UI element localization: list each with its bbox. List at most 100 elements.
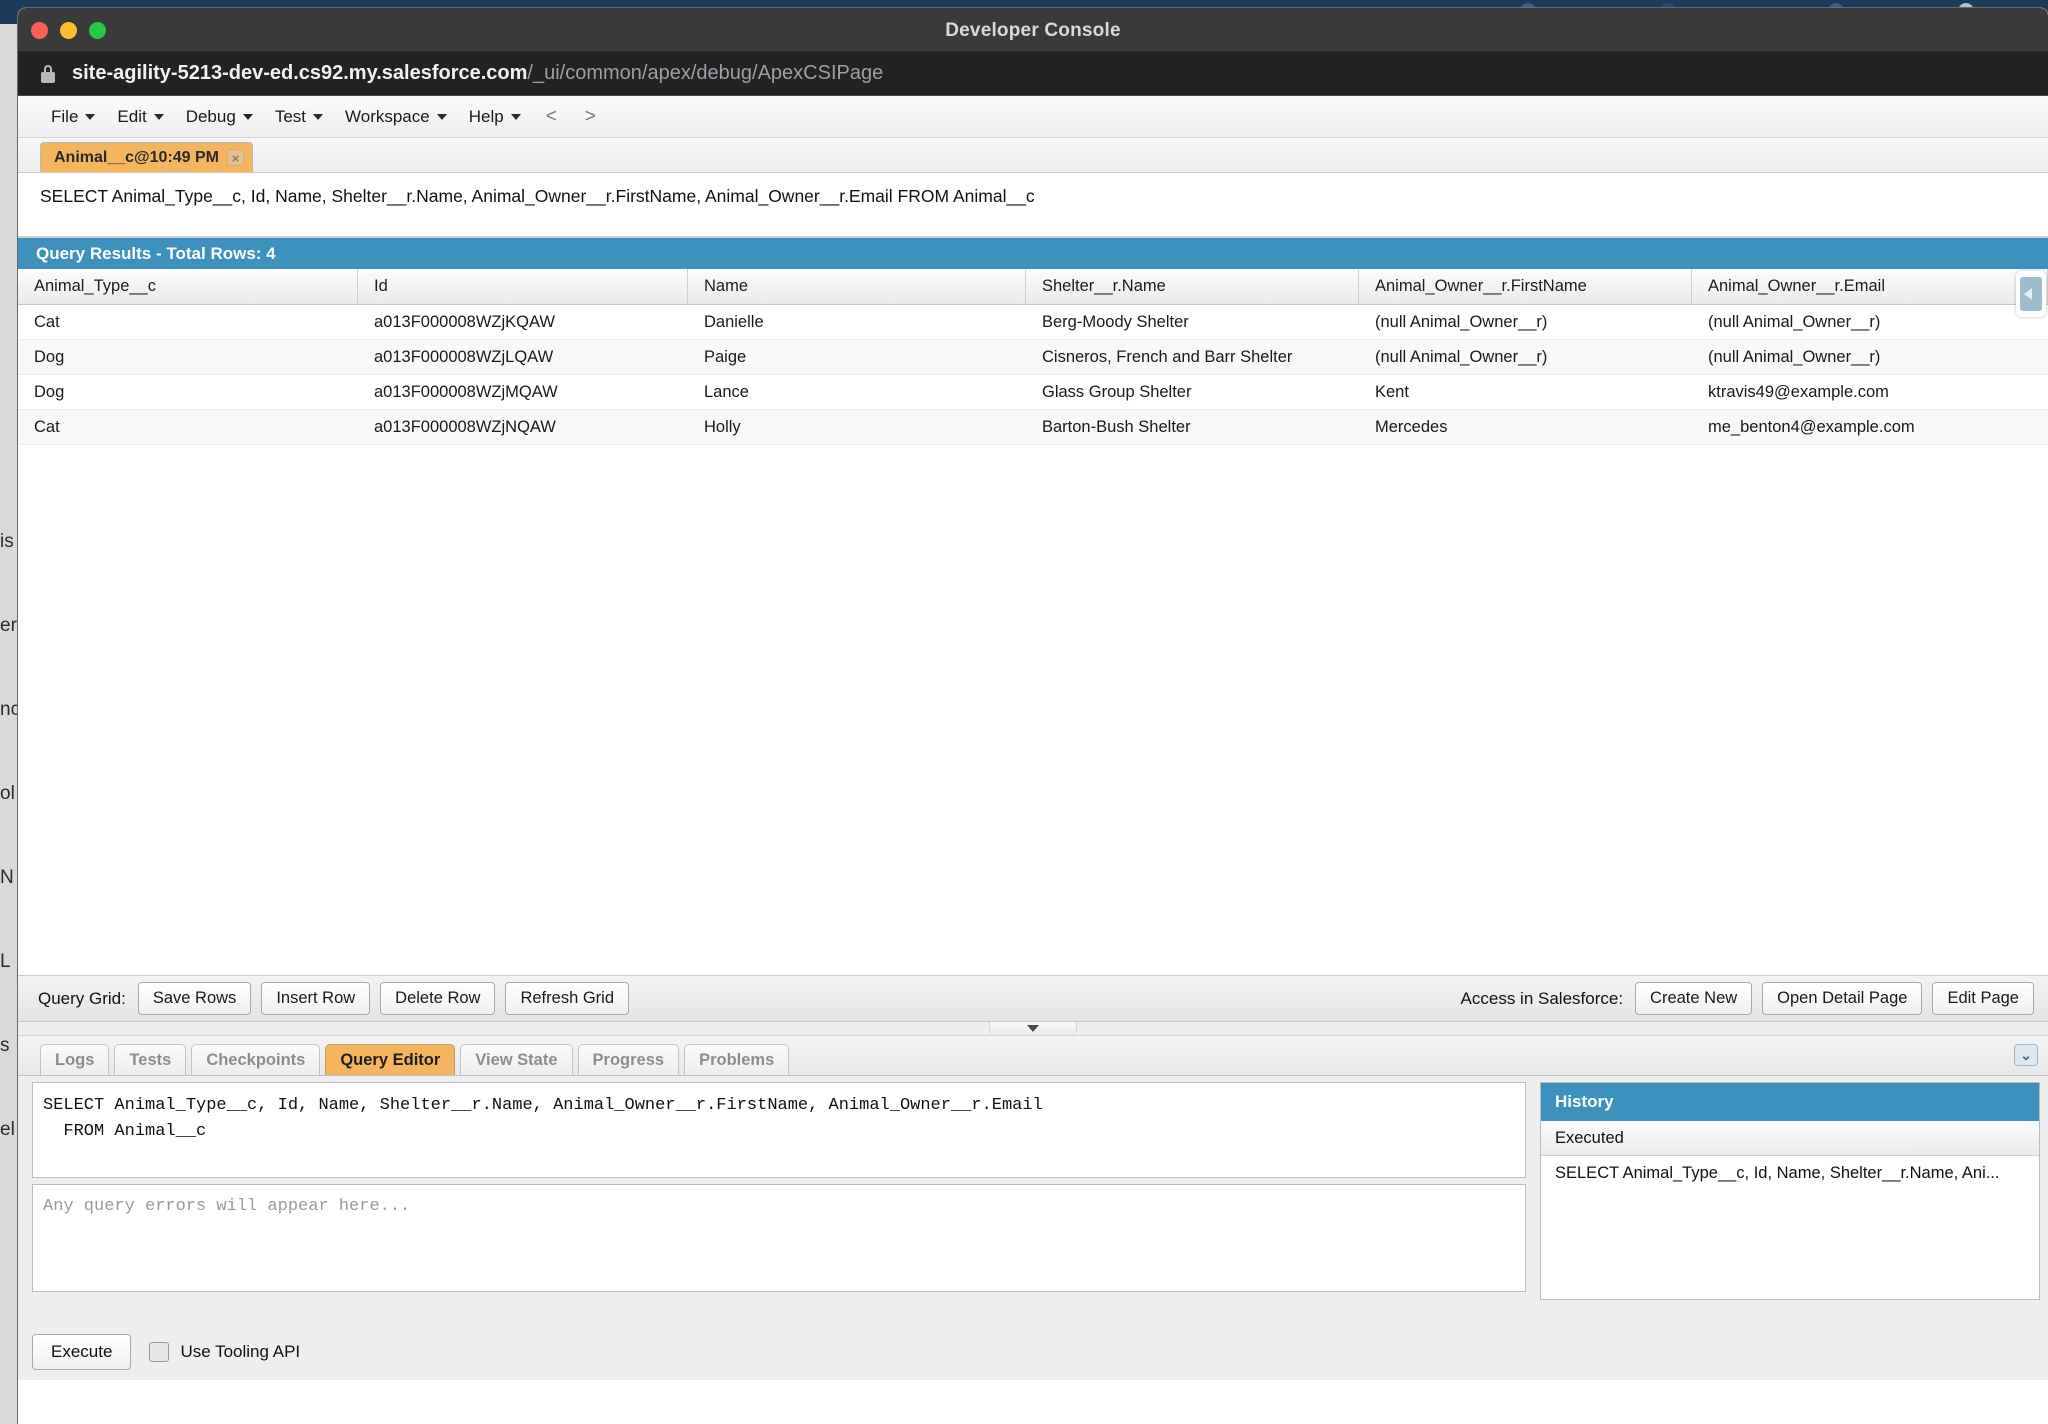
refresh-grid-button[interactable]: Refresh Grid — [505, 982, 629, 1015]
bg-edge-line: N — [0, 867, 14, 888]
cell-shelter-name[interactable]: Glass Group Shelter — [1026, 375, 1359, 409]
grid-scroll-left-button[interactable] — [2016, 271, 2046, 317]
tab-logs[interactable]: Logs — [40, 1044, 110, 1075]
cell-name[interactable]: Danielle — [688, 305, 1026, 339]
tab-checkpoints[interactable]: Checkpoints — [191, 1044, 321, 1075]
cell-owner-firstname[interactable]: (null Animal_Owner__r) — [1359, 340, 1692, 374]
tab-tests[interactable]: Tests — [114, 1044, 187, 1075]
chevron-down-icon — [436, 113, 447, 120]
tab-animal-c-label: Animal__c@10:49 PM — [54, 148, 220, 166]
nav-back-button[interactable]: < — [534, 104, 569, 130]
cell-id[interactable]: a013F000008WZjMQAW — [358, 375, 688, 409]
table-row[interactable]: Dog a013F000008WZjMQAW Lance Glass Group… — [18, 375, 2048, 410]
delete-row-button[interactable]: Delete Row — [380, 982, 496, 1015]
cell-owner-email[interactable]: me_benton4@example.com — [1692, 410, 2048, 444]
cell-animal-type[interactable]: Cat — [18, 410, 358, 444]
menu-help-label: Help — [468, 106, 504, 126]
cell-owner-firstname[interactable]: Mercedes — [1359, 410, 1692, 444]
cell-id[interactable]: a013F000008WZjKQAW — [358, 305, 688, 339]
url-host: site-agility-5213-dev-ed.cs92.my.salesfo… — [72, 62, 528, 84]
developer-console-window: Developer Console site-agility-5213-dev-… — [18, 8, 2048, 1424]
tab-problems[interactable]: Problems — [684, 1044, 790, 1075]
insert-row-button[interactable]: Insert Row — [261, 982, 371, 1015]
cell-id[interactable]: a013F000008WZjNQAW — [358, 410, 688, 444]
chevron-down-icon — [313, 113, 323, 120]
open-detail-page-button[interactable]: Open Detail Page — [1762, 982, 1923, 1015]
menu-edit[interactable]: Edit — [108, 103, 172, 131]
tab-progress[interactable]: Progress — [577, 1044, 680, 1075]
history-column-executed[interactable]: Executed — [1541, 1121, 2039, 1156]
cell-name[interactable]: Lance — [688, 375, 1026, 409]
query-results-grid: Animal_Type__c Id Name Shelter__r.Name A… — [18, 269, 2048, 975]
list-item[interactable]: SELECT Animal_Type__c, Id, Name, Shelter… — [1541, 1156, 2039, 1191]
menu-file[interactable]: File — [42, 103, 104, 131]
cell-shelter-name[interactable]: Cisneros, French and Barr Shelter — [1026, 340, 1359, 374]
create-new-button[interactable]: Create New — [1635, 982, 1753, 1015]
cell-name[interactable]: Paige — [688, 340, 1026, 374]
bg-edge-line: s — [0, 1035, 10, 1056]
bg-edge-line: L — [0, 951, 11, 972]
chevron-down-icon — [242, 113, 253, 120]
url-path: /_ui/common/apex/debug/ApexCSIPage — [527, 62, 884, 84]
cell-name[interactable]: Holly — [688, 410, 1026, 444]
window-title: Developer Console — [945, 20, 1121, 41]
cell-owner-email[interactable]: ktravis49@example.com — [1692, 375, 2048, 409]
save-rows-button[interactable]: Save Rows — [137, 982, 252, 1015]
close-icon[interactable]: × — [227, 149, 245, 166]
query-editor-left: SELECT Animal_Type__c, Id, Name, Shelter… — [32, 1082, 1526, 1324]
bottom-tab-bar: Logs Tests Checkpoints Query Editor View… — [18, 1036, 2048, 1076]
grid-col-animal-type[interactable]: Animal_Type__c — [18, 269, 358, 304]
panel-splitter[interactable] — [18, 1022, 2048, 1036]
collapse-panel-handle[interactable] — [989, 1022, 1077, 1035]
tab-view-state[interactable]: View State — [460, 1044, 573, 1075]
menu-workspace[interactable]: Workspace — [336, 103, 456, 131]
cell-owner-firstname[interactable]: (null Animal_Owner__r) — [1359, 305, 1692, 339]
grid-col-shelter-name[interactable]: Shelter__r.Name — [1026, 269, 1359, 304]
tab-query-editor[interactable]: Query Editor — [325, 1044, 456, 1075]
table-row[interactable]: Cat a013F000008WZjNQAW Holly Barton-Bush… — [18, 410, 2048, 445]
table-row[interactable]: Dog a013F000008WZjLQAW Paige Cisneros, F… — [18, 340, 2048, 375]
cell-animal-type[interactable]: Cat — [18, 305, 358, 339]
lock-icon — [40, 64, 56, 84]
access-in-salesforce-group: Access in Salesforce: Create New Open De… — [1461, 982, 2034, 1015]
bg-edge-line: er — [0, 615, 17, 636]
menu-help[interactable]: Help — [460, 103, 530, 131]
query-results-header: Query Results - Total Rows: 4 — [18, 237, 2048, 269]
chevron-down-icon — [510, 113, 521, 120]
menu-test[interactable]: Test — [266, 103, 332, 131]
menu-bar: File Edit Debug Test Workspace Help < > — [18, 96, 2048, 138]
grid-col-id[interactable]: Id — [358, 269, 688, 304]
nav-forward-button[interactable]: > — [573, 104, 608, 130]
grid-col-name[interactable]: Name — [688, 269, 1026, 304]
menu-debug-label: Debug — [185, 106, 236, 126]
query-editor-panel: SELECT Animal_Type__c, Id, Name, Shelter… — [18, 1076, 2048, 1324]
use-tooling-api-checkbox[interactable] — [149, 1342, 170, 1362]
browser-url-bar[interactable]: site-agility-5213-dev-ed.cs92.my.salesfo… — [18, 52, 2048, 96]
table-row[interactable]: Cat a013F000008WZjKQAW Danielle Berg-Moo… — [18, 305, 2048, 340]
access-in-salesforce-label: Access in Salesforce: — [1460, 988, 1624, 1008]
query-grid-label: Query Grid: — [38, 988, 126, 1008]
grid-col-owner-firstname[interactable]: Animal_Owner__r.FirstName — [1359, 269, 1692, 304]
chevron-double-down-icon[interactable]: ⌄ — [2014, 1044, 2038, 1066]
edit-page-button[interactable]: Edit Page — [1932, 982, 2034, 1015]
use-tooling-api-label: Use Tooling API — [180, 1342, 301, 1361]
cell-id[interactable]: a013F000008WZjLQAW — [358, 340, 688, 374]
bg-edge-line: nc — [0, 699, 18, 720]
cell-owner-email[interactable]: (null Animal_Owner__r) — [1692, 305, 2048, 339]
cell-animal-type[interactable]: Dog — [18, 340, 358, 374]
execute-button[interactable]: Execute — [32, 1334, 132, 1370]
menu-edit-label: Edit — [117, 106, 147, 126]
cell-owner-firstname[interactable]: Kent — [1359, 375, 1692, 409]
bg-edge-line: is — [0, 531, 14, 552]
tab-animal-c[interactable]: Animal__c@10:49 PM × — [40, 142, 254, 172]
soql-input[interactable]: SELECT Animal_Type__c, Id, Name, Shelter… — [32, 1082, 1526, 1178]
grid-col-owner-email[interactable]: Animal_Owner__r.Email — [1692, 269, 2048, 304]
window-titlebar: Developer Console — [18, 8, 2048, 52]
menu-debug[interactable]: Debug — [177, 103, 262, 131]
cell-animal-type[interactable]: Dog — [18, 375, 358, 409]
cell-owner-email[interactable]: (null Animal_Owner__r) — [1692, 340, 2048, 374]
query-editor-footer: Execute Use Tooling API — [18, 1324, 2048, 1380]
cell-shelter-name[interactable]: Barton-Bush Shelter — [1026, 410, 1359, 444]
cell-shelter-name[interactable]: Berg-Moody Shelter — [1026, 305, 1359, 339]
bg-edge-line: el — [0, 1119, 15, 1140]
